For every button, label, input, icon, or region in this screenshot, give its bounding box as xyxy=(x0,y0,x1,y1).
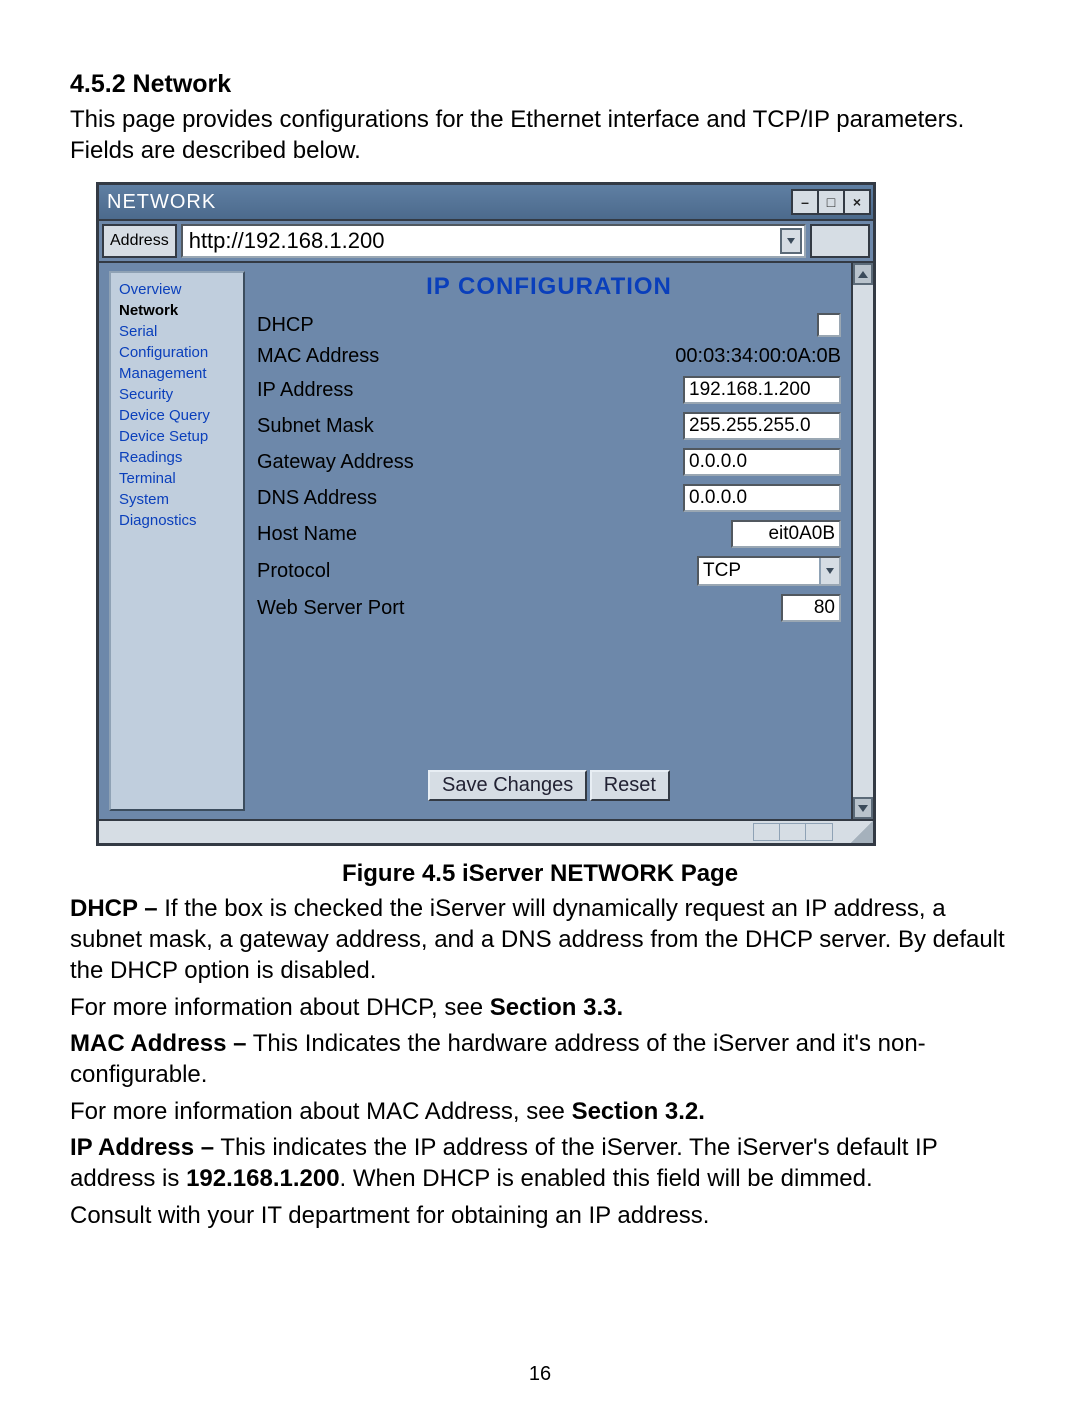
status-panel xyxy=(779,823,807,841)
label-gateway: Gateway Address xyxy=(255,444,596,480)
sidebar-item-device-setup[interactable]: Device Setup xyxy=(119,426,235,447)
address-label: Address xyxy=(102,224,177,258)
sidebar-item-readings[interactable]: Readings xyxy=(119,447,235,468)
input-subnet-mask[interactable] xyxy=(683,412,841,440)
para-mac: MAC Address – This Indicates the hardwar… xyxy=(70,1029,1010,1090)
minimize-icon: – xyxy=(801,194,809,210)
label-protocol: Protocol xyxy=(255,552,596,590)
sidebar-item-management[interactable]: Management xyxy=(119,363,235,384)
reset-button[interactable]: Reset xyxy=(590,770,670,801)
go-button[interactable] xyxy=(810,224,870,258)
address-bar: Address xyxy=(99,221,873,263)
content-area: IP CONFIGURATION DHCP MAC Address 00:03:… xyxy=(255,271,843,811)
label-mac: MAC Address xyxy=(255,341,596,372)
input-web-port[interactable] xyxy=(781,594,841,622)
sidebar-item-diagnostics[interactable]: Diagnostics xyxy=(119,510,235,531)
label-subnet: Subnet Mask xyxy=(255,408,596,444)
window-maximize-button[interactable]: □ xyxy=(817,189,845,215)
sidebar-item-terminal[interactable]: Terminal xyxy=(119,468,235,489)
page-number: 16 xyxy=(0,1363,1080,1386)
status-panel xyxy=(753,823,781,841)
sidebar-item-device-query[interactable]: Device Query xyxy=(119,405,235,426)
input-ip-address[interactable] xyxy=(683,376,841,404)
select-protocol-value: TCP xyxy=(699,560,819,582)
chevron-down-icon xyxy=(819,558,839,584)
vertical-scrollbar[interactable] xyxy=(851,263,873,819)
address-field[interactable] xyxy=(181,224,806,258)
figure-caption: Figure 4.5 iServer NETWORK Page xyxy=(70,860,1010,888)
address-dropdown-button[interactable] xyxy=(780,228,802,254)
label-dns: DNS Address xyxy=(255,480,596,516)
maximize-icon: □ xyxy=(827,194,835,210)
select-protocol[interactable]: TCP xyxy=(697,556,841,586)
input-hostname[interactable] xyxy=(731,520,841,548)
para-mac-more: For more information about MAC Address, … xyxy=(70,1097,1010,1128)
sidebar-item-security[interactable]: Security xyxy=(119,384,235,405)
para-dhcp: DHCP – If the box is checked the iServer… xyxy=(70,894,1010,986)
status-panel xyxy=(805,823,833,841)
status-bar xyxy=(99,819,873,843)
section-heading: 4.5.2 Network xyxy=(70,70,1010,99)
sidebar-item-system[interactable]: System xyxy=(119,489,235,510)
para-consult: Consult with your IT department for obta… xyxy=(70,1201,1010,1232)
sidebar-item-overview[interactable]: Overview xyxy=(119,279,235,300)
label-port: Web Server Port xyxy=(255,590,596,626)
sidebar-item-configuration[interactable]: Configuration xyxy=(119,342,235,363)
section-intro: This page provides configurations for th… xyxy=(70,105,1010,166)
para-dhcp-more: For more information about DHCP, see Sec… xyxy=(70,993,1010,1024)
value-mac: 00:03:34:00:0A:0B xyxy=(675,345,841,367)
close-icon: × xyxy=(853,194,861,210)
scroll-down-icon[interactable] xyxy=(853,797,873,819)
browser-window: NETWORK – □ × Address Overview Network S… xyxy=(96,182,876,846)
para-ip: IP Address – This indicates the IP addre… xyxy=(70,1133,1010,1194)
window-minimize-button[interactable]: – xyxy=(791,189,819,215)
window-close-button[interactable]: × xyxy=(843,189,871,215)
window-titlebar: NETWORK – □ × xyxy=(99,185,873,221)
scroll-up-icon[interactable] xyxy=(853,263,873,285)
label-ip: IP Address xyxy=(255,372,596,408)
dhcp-checkbox[interactable] xyxy=(817,313,841,337)
save-button[interactable]: Save Changes xyxy=(428,770,587,801)
window-title: NETWORK xyxy=(107,191,793,214)
content-title: IP CONFIGURATION xyxy=(255,273,843,301)
resize-grip-icon[interactable] xyxy=(851,821,873,843)
input-gateway[interactable] xyxy=(683,448,841,476)
sidebar-item-serial[interactable]: Serial xyxy=(119,321,235,342)
input-dns[interactable] xyxy=(683,484,841,512)
address-input[interactable] xyxy=(185,226,780,256)
label-hostname: Host Name xyxy=(255,516,596,552)
sidebar: Overview Network Serial Configuration Ma… xyxy=(109,271,245,811)
label-dhcp: DHCP xyxy=(255,309,596,341)
sidebar-item-network[interactable]: Network xyxy=(119,300,235,321)
